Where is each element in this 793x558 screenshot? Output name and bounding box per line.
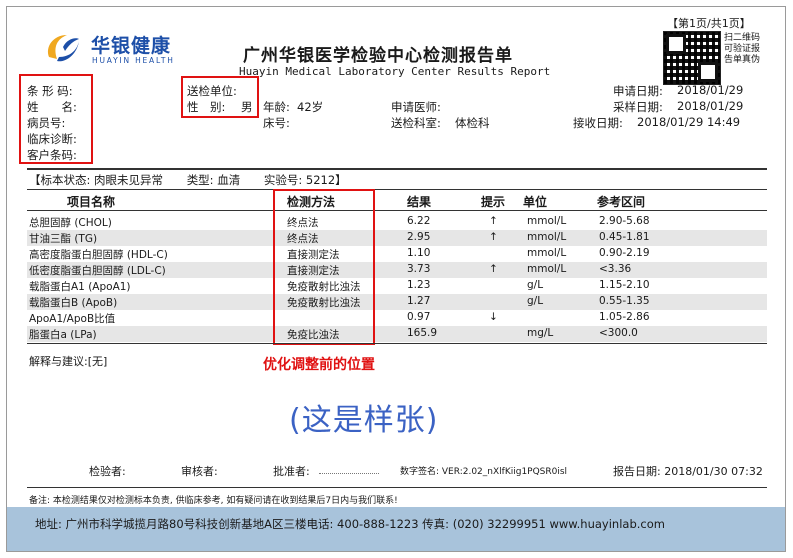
specimen-state: 【标本状态: 肉眼未见异常 bbox=[29, 173, 164, 187]
col-header-unit: 单位 bbox=[523, 195, 548, 209]
result-flag: ↓ bbox=[489, 311, 498, 323]
result-flag: ↑ bbox=[489, 231, 498, 243]
result-item-name: ApoA1/ApoB比值 bbox=[29, 313, 116, 325]
report-title-cn: 广州华银医学检验中心检测报告单 bbox=[243, 46, 513, 66]
result-flag: ↑ bbox=[489, 263, 498, 275]
result-unit: mg/L bbox=[527, 327, 554, 339]
approver-label: 批准者: bbox=[273, 465, 310, 478]
footer-bar: 地址: 广州市科学城揽月路80号科技创新基地A区三楼电话: 400-888-12… bbox=[7, 507, 785, 551]
result-value: 2.95 bbox=[407, 231, 431, 243]
divider-status bbox=[27, 189, 767, 190]
footer-contact: 地址: 广州市科学城揽月路80号科技创新基地A区三楼电话: 400-888-12… bbox=[35, 517, 665, 531]
specimen-status-row: 【标本状态: 肉眼未见异常 类型: 血清 实验号: 5212】 bbox=[29, 172, 367, 188]
apply-date-value: 2018/01/29 bbox=[677, 83, 744, 97]
result-item-name: 低密度脂蛋白胆固醇 (LDL-C) bbox=[29, 265, 166, 277]
doctor-label: 申请医师: bbox=[391, 100, 441, 114]
report-title-en: Huayin Medical Laboratory Center Results… bbox=[239, 65, 551, 78]
result-reference: 2.90-5.68 bbox=[599, 215, 650, 227]
qr-code-icon bbox=[663, 31, 721, 85]
result-unit: mmol/L bbox=[527, 231, 567, 243]
logo-english-name: HUAYIN HEALTH bbox=[92, 56, 175, 65]
receive-date-label: 接收日期: bbox=[573, 116, 623, 130]
reviewer-label: 审核者: bbox=[181, 465, 218, 478]
sample-watermark: (这是样张) bbox=[289, 403, 439, 438]
receive-date-value: 2018/01/29 14:49 bbox=[637, 115, 741, 129]
experiment-number: 实验号: 5212】 bbox=[263, 173, 347, 187]
result-item-name: 总胆固醇 (CHOL) bbox=[29, 217, 112, 229]
sample-date-label: 采样日期: bbox=[613, 100, 663, 114]
specimen-type: 类型: 血清 bbox=[186, 173, 241, 187]
highlight-box-patient-fields bbox=[19, 74, 93, 164]
result-reference: <3.36 bbox=[599, 263, 632, 275]
tester-label: 检验者: bbox=[89, 465, 126, 478]
divider-table-header bbox=[27, 210, 767, 211]
result-item-name: 高密度脂蛋白胆固醇 (HDL-C) bbox=[29, 249, 168, 261]
result-reference: 0.45-1.81 bbox=[599, 231, 650, 243]
result-reference: 0.90-2.19 bbox=[599, 247, 650, 259]
huayin-logo-mark-icon bbox=[47, 35, 79, 62]
col-header-ref: 参考区间 bbox=[597, 195, 646, 209]
highlight-box-unit-gender bbox=[181, 76, 259, 118]
table-row: 低密度脂蛋白胆固醇 (LDL-C) 直接测定法 3.73 ↑ mmol/L <3.36 bbox=[27, 262, 767, 278]
table-row: 总胆固醇 (CHOL) 终点法 6.22 ↑ mmol/L 2.90-5.68 bbox=[27, 214, 767, 230]
digital-signature: 数字签名: VER:2.02_nXlfKiig1PQSR0isl bbox=[400, 467, 568, 477]
bed-label: 床号: bbox=[263, 116, 290, 130]
highlight-box-method-column bbox=[273, 189, 375, 345]
age-value: 42岁 bbox=[297, 100, 324, 114]
result-item-name: 载脂蛋白A1 (ApoA1) bbox=[29, 281, 131, 293]
table-row: 脂蛋白a (LPa) 免疫比浊法 165.9 mg/L <300.0 bbox=[27, 326, 767, 342]
result-item-name: 脂蛋白a (LPa) bbox=[29, 329, 97, 341]
result-value: 1.10 bbox=[407, 247, 431, 259]
divider-top bbox=[27, 168, 767, 170]
logo-chinese-name: 华银健康 bbox=[91, 35, 172, 57]
lab-report-page: 华银健康 HUAYIN HEALTH 广州华银医学检验中心检测报告单 Huayi… bbox=[6, 6, 786, 552]
table-row: ApoA1/ApoB比值 0.97 ↓ 1.05-2.86 bbox=[27, 310, 767, 326]
divider-footer bbox=[27, 487, 767, 488]
table-row: 高密度脂蛋白胆固醇 (HDL-C) 直接测定法 1.10 mmol/L 0.90-2.1… bbox=[27, 246, 767, 262]
result-reference: 1.15-2.10 bbox=[599, 279, 650, 291]
result-value: 1.23 bbox=[407, 279, 431, 291]
dept-label: 送检科室: bbox=[391, 116, 441, 130]
age-label: 年龄: bbox=[263, 100, 290, 114]
result-reference: 0.55-1.35 bbox=[599, 295, 650, 307]
result-value: 0.97 bbox=[407, 311, 431, 323]
result-item-name: 载脂蛋白B (ApoB) bbox=[29, 297, 118, 309]
qr-verify-note: 扫二维码可验证报告单真伪 bbox=[724, 33, 761, 65]
sample-date-value: 2018/01/29 bbox=[677, 99, 744, 113]
result-unit: mmol/L bbox=[527, 263, 567, 275]
col-header-flag: 提示 bbox=[481, 195, 506, 209]
report-date-value: 2018/01/30 07:32 bbox=[664, 465, 763, 478]
result-value: 1.27 bbox=[407, 295, 431, 307]
annotation-note: 优化调整前的位置 bbox=[263, 357, 375, 373]
result-unit: mmol/L bbox=[527, 247, 567, 259]
divider-table-bottom bbox=[27, 343, 767, 344]
apply-date-label: 申请日期: bbox=[613, 84, 663, 98]
table-row: 载脂蛋白A1 (ApoA1) 免疫散射比浊法 1.23 g/L 1.15-2.10 bbox=[27, 278, 767, 294]
page-number: 【第1页/共1页】 bbox=[667, 17, 751, 30]
result-unit: mmol/L bbox=[527, 215, 567, 227]
table-row: 载脂蛋白B (ApoB) 免疫散射比浊法 1.27 g/L 0.55-1.35 bbox=[27, 294, 767, 310]
col-header-result: 结果 bbox=[407, 195, 432, 209]
report-date: 报告日期: 2018/01/30 07:32 bbox=[613, 463, 763, 479]
result-reference: <300.0 bbox=[599, 327, 638, 339]
result-unit: g/L bbox=[527, 295, 544, 307]
result-flag: ↑ bbox=[489, 215, 498, 227]
result-value: 6.22 bbox=[407, 215, 431, 227]
result-unit: g/L bbox=[527, 279, 544, 291]
result-value: 3.73 bbox=[407, 263, 431, 275]
advice-text: 解释与建议:[无] bbox=[29, 355, 108, 368]
approver-signature-line bbox=[319, 473, 379, 474]
report-date-label: 报告日期: bbox=[613, 465, 661, 478]
dept-value: 体检科 bbox=[455, 116, 490, 130]
table-row: 甘油三酯 (TG) 终点法 2.95 ↑ mmol/L 0.45-1.81 bbox=[27, 230, 767, 246]
disclaimer: 备注: 本检测结果仅对检测标本负责, 供临床参考, 如有疑问请在收到结果后7日内… bbox=[29, 496, 398, 506]
result-reference: 1.05-2.86 bbox=[599, 311, 650, 323]
col-header-name: 项目名称 bbox=[67, 195, 116, 209]
huayin-logo: 华银健康 HUAYIN HEALTH bbox=[43, 29, 193, 69]
result-value: 165.9 bbox=[407, 327, 438, 339]
result-item-name: 甘油三酯 (TG) bbox=[29, 233, 98, 245]
